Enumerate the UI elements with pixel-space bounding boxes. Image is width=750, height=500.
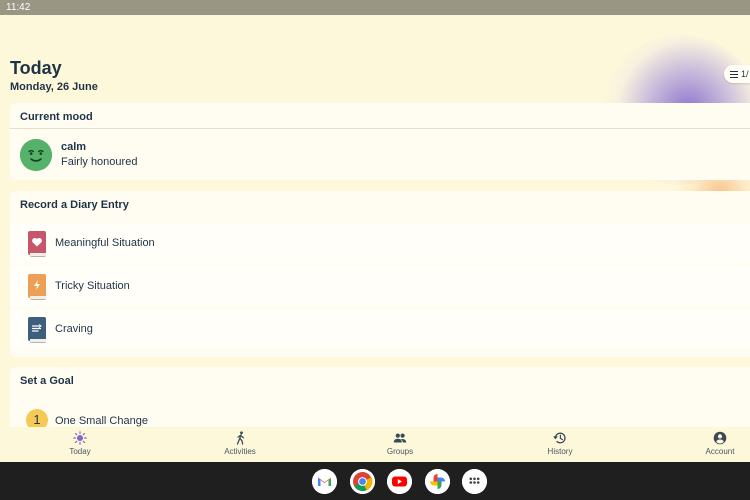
calm-face-icon xyxy=(20,139,52,171)
nav-item-account[interactable]: Account xyxy=(685,431,750,456)
sun-icon xyxy=(73,431,87,445)
walking-icon xyxy=(236,431,245,445)
page-date: Monday, 26 June xyxy=(10,81,98,93)
lightning-book-icon xyxy=(28,274,46,300)
diary-item-label: Tricky Situation xyxy=(55,280,130,292)
system-taskbar xyxy=(0,462,750,500)
nav-item-history[interactable]: History xyxy=(525,431,595,456)
gmail-icon[interactable] xyxy=(312,469,337,494)
people-icon xyxy=(393,433,407,443)
status-bar: 11:42 xyxy=(0,0,750,15)
diary-item-label: Craving xyxy=(55,323,93,335)
diary-item-craving[interactable]: Craving xyxy=(10,309,750,349)
photos-icon[interactable] xyxy=(425,469,450,494)
chrome-icon[interactable] xyxy=(350,469,375,494)
bottom-navigation: Today Activities Groups History Account xyxy=(0,427,750,462)
list-icon xyxy=(730,71,738,79)
diary-item-tricky-situation[interactable]: Tricky Situation xyxy=(10,266,750,306)
diary-item-label: Meaningful Situation xyxy=(55,237,155,249)
page-title: Today xyxy=(10,58,62,78)
divider xyxy=(10,128,750,129)
history-icon xyxy=(553,432,566,444)
goal-item-label: One Small Change xyxy=(55,415,148,427)
craving-book-icon xyxy=(28,317,46,343)
mood-detail: Fairly honoured xyxy=(61,156,138,168)
diary-item-meaningful-situation[interactable]: Meaningful Situation xyxy=(10,223,750,263)
mood-word: calm xyxy=(61,141,87,153)
nav-label: Today xyxy=(69,447,91,456)
list-pill-button[interactable]: 1/ xyxy=(724,65,750,83)
youtube-icon[interactable] xyxy=(387,469,412,494)
nav-item-today[interactable]: Today xyxy=(45,431,115,456)
nav-item-groups[interactable]: Groups xyxy=(365,431,435,456)
nav-item-activities[interactable]: Activities xyxy=(205,431,275,456)
goal-card-heading: Set a Goal xyxy=(20,375,74,387)
heart-book-icon xyxy=(28,231,46,257)
mood-card-heading: Current mood xyxy=(20,111,93,123)
diary-card-heading: Record a Diary Entry xyxy=(20,199,129,211)
app-screen: Today Monday, 26 June 1/ Current mood ca… xyxy=(0,15,750,462)
pill-text: 1/ xyxy=(741,69,749,79)
nav-label: Groups xyxy=(386,447,414,456)
current-mood-card[interactable]: Current mood calm Fairly honoured xyxy=(10,103,750,180)
account-icon xyxy=(713,431,727,445)
diary-entry-card: Record a Diary Entry Meaningful Situatio… xyxy=(10,191,750,357)
app-launcher-icon[interactable] xyxy=(462,469,487,494)
nav-label: Activities xyxy=(224,447,256,456)
status-time: 11:42 xyxy=(6,2,31,13)
nav-label: History xyxy=(547,447,573,456)
nav-label: Account xyxy=(705,447,735,456)
